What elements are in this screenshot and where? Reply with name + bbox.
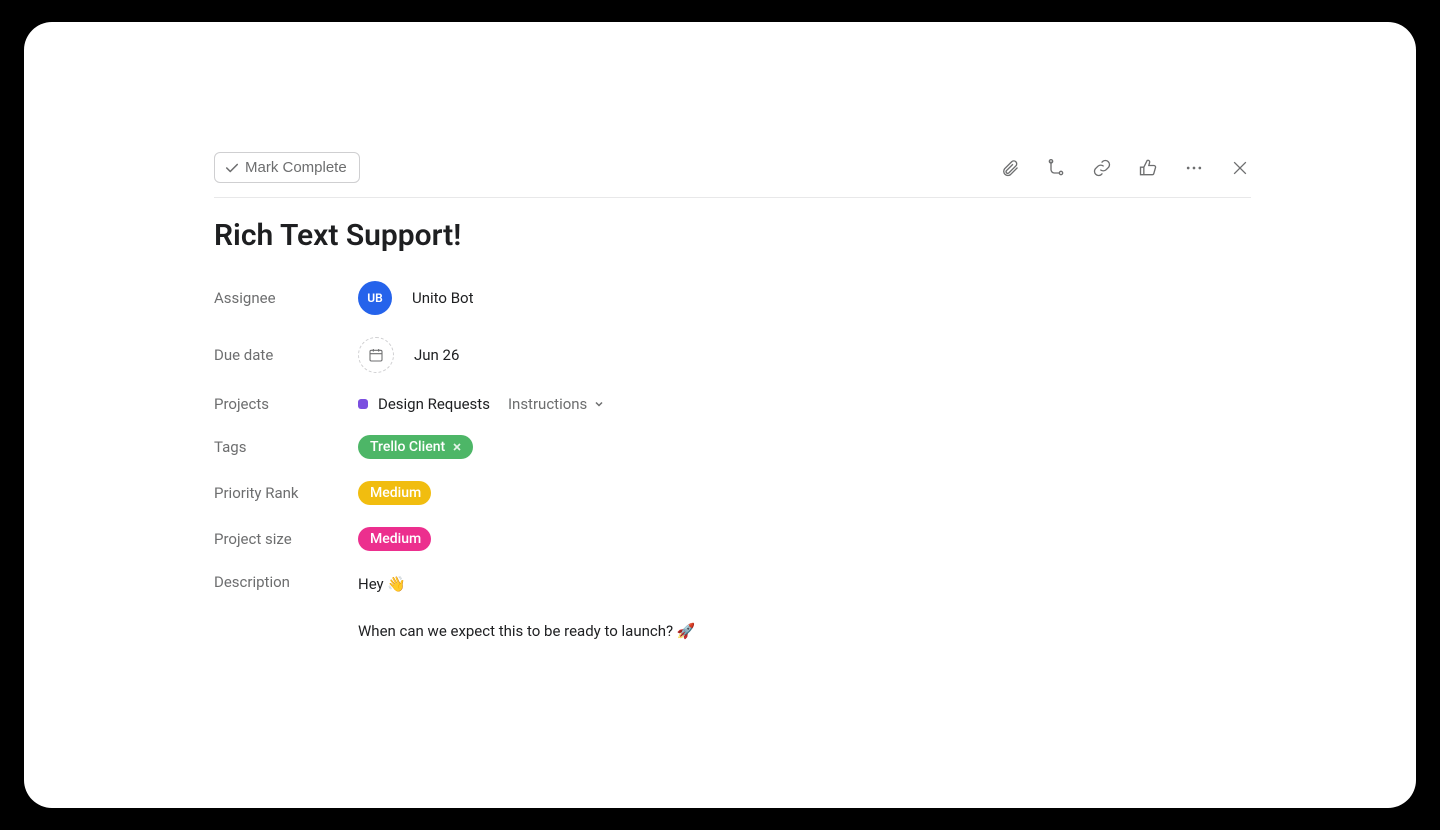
calendar-icon xyxy=(358,337,394,373)
task-detail-card: Mark Complete Rich Text Support! xyxy=(24,22,1416,808)
more-icon[interactable] xyxy=(1183,157,1205,179)
project-size-value[interactable]: Medium xyxy=(358,527,431,551)
chevron-down-icon xyxy=(593,398,605,410)
project-size-label: Project size xyxy=(214,530,358,548)
description-row: Description Hey 👋 When can we expect thi… xyxy=(214,573,1251,642)
project-section-name: Instructions xyxy=(508,395,587,413)
tag-chip[interactable]: Trello Client xyxy=(358,435,473,459)
description-line: When can we expect this to be ready to l… xyxy=(358,620,696,643)
task-toolbar: Mark Complete xyxy=(214,152,1251,198)
project-size-text: Medium xyxy=(370,531,421,547)
project-size-chip[interactable]: Medium xyxy=(358,527,431,551)
tag-name: Trello Client xyxy=(370,439,445,455)
assignee-name: Unito Bot xyxy=(412,289,474,307)
task-actions xyxy=(999,157,1251,179)
priority-row: Priority Rank Medium xyxy=(214,481,1251,505)
description-label: Description xyxy=(214,573,358,591)
task-title[interactable]: Rich Text Support! xyxy=(214,218,1251,253)
tags-label: Tags xyxy=(214,438,358,456)
description-value[interactable]: Hey 👋 When can we expect this to be read… xyxy=(358,573,696,642)
mark-complete-label: Mark Complete xyxy=(245,159,347,176)
tags-row: Tags Trello Client xyxy=(214,435,1251,459)
assignee-label: Assignee xyxy=(214,289,358,307)
project-section-dropdown[interactable]: Instructions xyxy=(508,395,605,413)
mark-complete-button[interactable]: Mark Complete xyxy=(214,152,360,183)
link-icon[interactable] xyxy=(1091,157,1113,179)
projects-value[interactable]: Design Requests Instructions xyxy=(358,395,605,413)
projects-label: Projects xyxy=(214,395,358,413)
avatar: UB xyxy=(358,281,392,315)
description-line: Hey 👋 xyxy=(358,573,696,596)
due-date-label: Due date xyxy=(214,346,358,364)
subtask-icon[interactable] xyxy=(1045,157,1067,179)
projects-row: Projects Design Requests Instructions xyxy=(214,395,1251,413)
check-icon xyxy=(225,161,239,175)
due-date-text: Jun 26 xyxy=(414,346,459,364)
due-date-row: Due date Jun 26 xyxy=(214,337,1251,373)
attachment-icon[interactable] xyxy=(999,157,1021,179)
priority-chip[interactable]: Medium xyxy=(358,481,431,505)
project-name: Design Requests xyxy=(378,395,490,413)
assignee-row: Assignee UB Unito Bot xyxy=(214,281,1251,315)
priority-value[interactable]: Medium xyxy=(358,481,431,505)
assignee-value[interactable]: UB Unito Bot xyxy=(358,281,474,315)
like-icon[interactable] xyxy=(1137,157,1159,179)
remove-tag-icon[interactable] xyxy=(451,441,463,453)
tags-value[interactable]: Trello Client xyxy=(358,435,473,459)
due-date-value[interactable]: Jun 26 xyxy=(358,337,459,373)
priority-text: Medium xyxy=(370,485,421,501)
project-size-row: Project size Medium xyxy=(214,527,1251,551)
project-dot-icon xyxy=(358,399,368,409)
priority-label: Priority Rank xyxy=(214,484,358,502)
close-icon[interactable] xyxy=(1229,157,1251,179)
